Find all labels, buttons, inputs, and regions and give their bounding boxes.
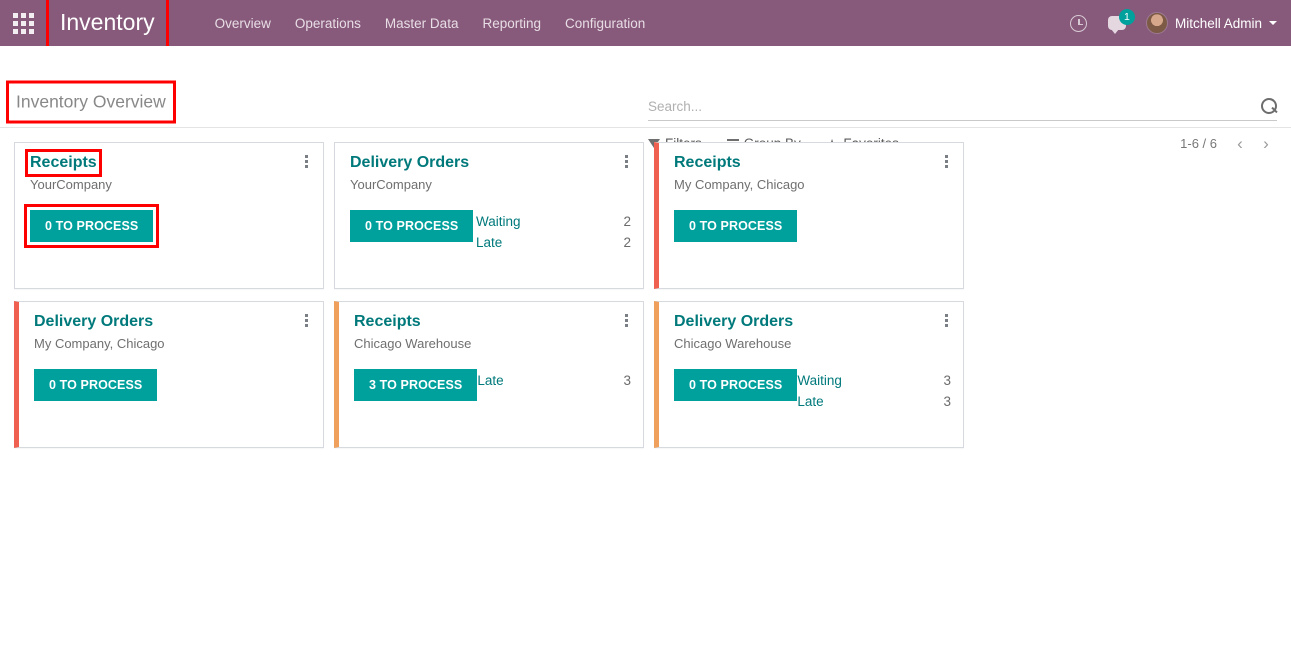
- card-stat-value: 2: [623, 214, 631, 229]
- card-menu-icon[interactable]: [938, 311, 954, 329]
- search-row: [648, 98, 1277, 121]
- card-title-wrap: Delivery Orders: [34, 312, 153, 332]
- messages-button[interactable]: 1: [1100, 0, 1135, 46]
- chevron-down-icon: [1269, 21, 1277, 25]
- pager: 1-6 / 6 ‹ ›: [1180, 133, 1277, 155]
- kanban-card[interactable]: Delivery Orders Chicago Warehouse 0 TO PRO…: [654, 301, 964, 448]
- card-title[interactable]: Receipts: [30, 153, 97, 173]
- card-title[interactable]: Receipts: [674, 153, 741, 173]
- card-stat-row: Late 3: [477, 371, 631, 392]
- to-process-button[interactable]: 0 TO PROCESS: [34, 369, 158, 401]
- menu-item-operations[interactable]: Operations: [283, 2, 373, 45]
- pager-previous-button[interactable]: ‹: [1229, 133, 1251, 155]
- apps-menu-button[interactable]: [0, 0, 46, 46]
- card-title[interactable]: Delivery Orders: [674, 312, 793, 332]
- card-stat-row: Late 3: [797, 392, 951, 413]
- card-stat-row: Waiting 3: [797, 371, 951, 392]
- to-process-button[interactable]: 0 TO PROCESS: [30, 210, 154, 242]
- card-menu-icon[interactable]: [938, 152, 954, 170]
- card-stat-row: Late 2: [476, 233, 631, 254]
- clock-icon: [1070, 14, 1088, 32]
- card-stats: Late 3: [477, 369, 631, 392]
- card-stat-value: 2: [623, 234, 631, 250]
- search-icon[interactable]: [1260, 98, 1277, 115]
- card-body: 0 TO PROCESS: [24, 204, 311, 248]
- main-menu: Overview Operations Master Data Reportin…: [203, 2, 658, 45]
- card-stat-label[interactable]: Late: [797, 392, 823, 413]
- card-menu-icon[interactable]: [618, 152, 634, 170]
- card-title-wrap: Receipts: [354, 312, 421, 332]
- card-stat-value: 3: [943, 393, 951, 409]
- card-body: 0 TO PROCESS: [34, 369, 311, 401]
- card-body: 0 TO PROCESS Waiting 2 Late 2: [350, 210, 631, 254]
- card-button-wrap: 0 TO PROCESS: [24, 204, 160, 248]
- card-body: 0 TO PROCESS Waiting 3 Late 3: [674, 369, 951, 413]
- menu-item-master-data[interactable]: Master Data: [373, 2, 471, 45]
- card-body: 3 TO PROCESS Late 3: [354, 369, 631, 401]
- user-name: Mitchell Admin: [1174, 15, 1262, 31]
- breadcrumb: Inventory Overview: [16, 91, 166, 112]
- card-subtitle: Chicago Warehouse: [674, 336, 792, 351]
- menu-item-overview[interactable]: Overview: [203, 2, 283, 45]
- card-menu-icon[interactable]: [618, 311, 634, 329]
- top-navbar: Inventory Overview Operations Master Dat…: [0, 0, 1291, 54]
- card-title-wrap: Receipts: [25, 149, 102, 177]
- card-stats: Waiting 3 Late 3: [797, 369, 951, 413]
- pager-next-button[interactable]: ›: [1255, 133, 1277, 155]
- navbar-right-tools: 1 Mitchell Admin: [1062, 0, 1283, 46]
- card-subtitle: My Company, Chicago: [34, 336, 165, 351]
- control-panel: Inventory Overview Filters Group By ★ Fa…: [0, 46, 1291, 152]
- card-stat-label[interactable]: Late: [476, 233, 502, 254]
- to-process-button[interactable]: 0 TO PROCESS: [674, 369, 798, 401]
- user-menu[interactable]: Mitchell Admin: [1138, 12, 1283, 34]
- card-button-wrap: 0 TO PROCESS: [674, 369, 798, 401]
- card-stat-label[interactable]: Waiting: [476, 212, 521, 233]
- card-title[interactable]: Delivery Orders: [350, 153, 469, 173]
- app-brand-wrap: Inventory: [46, 0, 169, 54]
- card-title[interactable]: Delivery Orders: [34, 312, 153, 332]
- card-stat-value: 3: [943, 373, 951, 388]
- card-title-wrap: Delivery Orders: [350, 153, 469, 173]
- card-button-wrap: 0 TO PROCESS: [34, 369, 158, 401]
- card-stat-row: Waiting 2: [476, 212, 631, 233]
- card-stats: Waiting 2 Late 2: [476, 210, 631, 254]
- card-title[interactable]: Receipts: [354, 312, 421, 332]
- card-button-wrap: 0 TO PROCESS: [350, 210, 474, 242]
- avatar: [1145, 12, 1168, 34]
- app-brand[interactable]: Inventory: [54, 8, 161, 39]
- card-menu-icon[interactable]: [298, 311, 314, 329]
- to-process-button[interactable]: 3 TO PROCESS: [354, 369, 478, 401]
- card-menu-icon[interactable]: [298, 152, 314, 170]
- card-title-wrap: Delivery Orders: [674, 312, 793, 332]
- apps-grid-icon: [12, 12, 34, 34]
- kanban-card[interactable]: Delivery Orders YourCompany 0 TO PROCESS Wa…: [334, 142, 644, 289]
- card-title-wrap: Receipts: [674, 153, 741, 173]
- menu-item-reporting[interactable]: Reporting: [470, 2, 553, 45]
- to-process-button[interactable]: 0 TO PROCESS: [350, 210, 474, 242]
- card-subtitle: My Company, Chicago: [674, 177, 805, 192]
- kanban-card[interactable]: Receipts My Company, Chicago 0 TO PROCESS: [654, 142, 964, 289]
- card-button-wrap: 3 TO PROCESS: [354, 369, 478, 401]
- card-stat-value: 3: [623, 373, 631, 388]
- pager-range: 1-6 / 6: [1180, 136, 1217, 151]
- kanban-card[interactable]: Receipts YourCompany 0 TO PROCESS: [14, 142, 324, 289]
- card-body: 0 TO PROCESS: [674, 210, 951, 242]
- messages-count-badge: 1: [1118, 9, 1135, 25]
- kanban-card[interactable]: Delivery Orders My Company, Chicago 0 TO P…: [14, 301, 324, 448]
- kanban-card[interactable]: Receipts Chicago Warehouse 3 TO PROCESS Lat…: [334, 301, 644, 448]
- search-input[interactable]: [648, 99, 1260, 114]
- activities-button[interactable]: [1062, 0, 1096, 46]
- kanban-view: Receipts YourCompany 0 TO PROCESS Delivery …: [0, 128, 1291, 660]
- menu-item-configuration[interactable]: Configuration: [553, 2, 657, 45]
- card-stat-label[interactable]: Late: [477, 371, 503, 392]
- card-stat-label[interactable]: Waiting: [797, 371, 842, 392]
- card-button-wrap: 0 TO PROCESS: [674, 210, 798, 242]
- to-process-button[interactable]: 0 TO PROCESS: [674, 210, 798, 242]
- card-subtitle: YourCompany: [350, 177, 432, 192]
- breadcrumb-wrap: Inventory Overview: [6, 80, 176, 124]
- card-subtitle: YourCompany: [30, 177, 112, 192]
- card-subtitle: Chicago Warehouse: [354, 336, 472, 351]
